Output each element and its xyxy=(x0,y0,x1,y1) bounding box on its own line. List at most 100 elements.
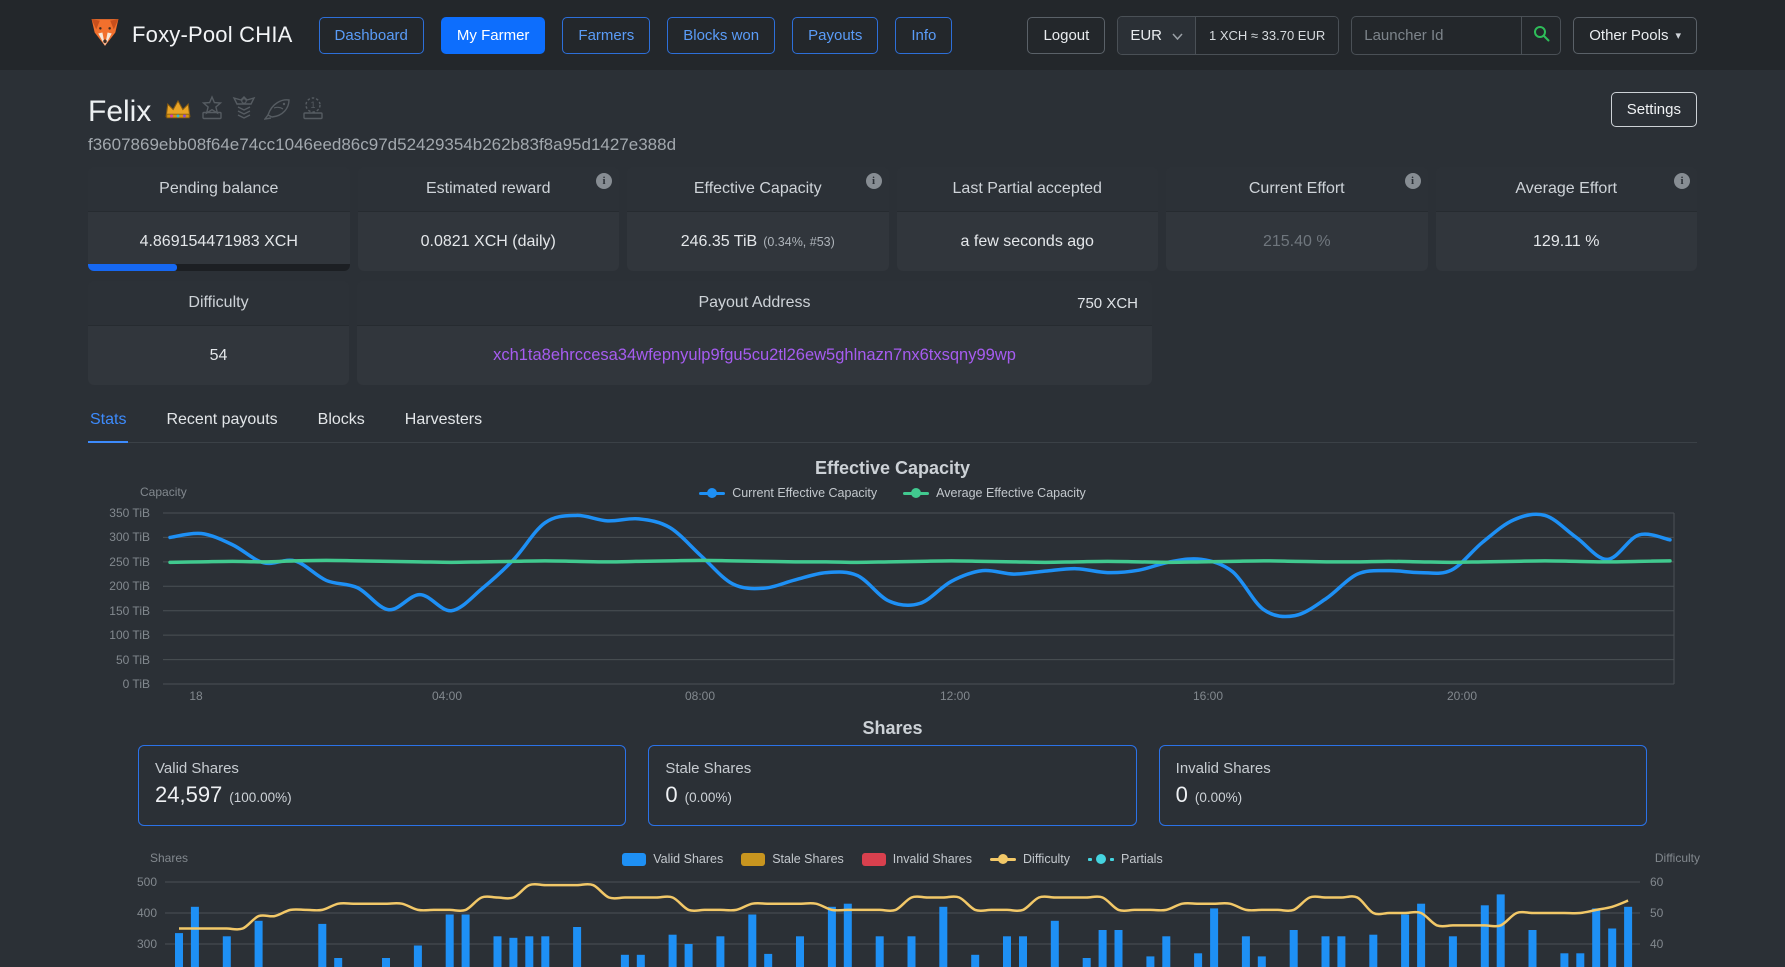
shares-chart-plot: 500 400 300 60 50 40 30 xyxy=(0,870,1785,967)
payout-address-link[interactable]: xch1ta8ehrccesa34wfepnyulp9fgu5cu2tl26ew… xyxy=(493,346,1016,365)
nav-blocks-won-button[interactable]: Blocks won xyxy=(667,17,775,54)
search-button[interactable] xyxy=(1521,16,1561,55)
legend-invalid-shares[interactable]: Invalid Shares xyxy=(862,852,972,866)
shares-section-title: Shares xyxy=(0,715,1785,741)
valid-shares-value: 24,597 xyxy=(155,780,222,810)
y-tick: 350 TiB xyxy=(0,505,150,521)
capacity-chart-plot: 350 TiB 300 TiB 250 TiB 200 TiB 150 TiB … xyxy=(0,505,1785,715)
settings-button[interactable]: Settings xyxy=(1611,92,1697,127)
capacity-chart-title: Effective Capacity xyxy=(0,455,1785,481)
legend-partials[interactable]: Partials xyxy=(1088,852,1163,866)
y-tick: 100 TiB xyxy=(0,627,150,643)
gold-line-icon xyxy=(990,858,1016,861)
current-effort-value: 215.40 % xyxy=(1263,233,1331,251)
fish-badge-icon xyxy=(264,92,292,132)
nav-payouts-button[interactable]: Payouts xyxy=(792,17,878,54)
difficulty-value: 54 xyxy=(210,347,228,365)
nav-farmers-button[interactable]: Farmers xyxy=(562,17,650,54)
average-effort-title: Average Effort xyxy=(1515,180,1617,198)
main-content: Felix xyxy=(0,70,1785,443)
green-line-icon xyxy=(903,492,929,495)
last-partial-value: a few seconds ago xyxy=(961,233,1094,251)
current-effort-title: Current Effort xyxy=(1249,180,1345,198)
y-tick: 60 xyxy=(1650,874,1663,890)
y-tick: 40 xyxy=(1650,936,1663,952)
x-tick: 12:00 xyxy=(940,689,970,703)
difficulty-card: Difficulty 54 xyxy=(88,281,349,385)
difficulty-axis-label: Difficulty xyxy=(1655,851,1700,865)
stat-cards-row-1: Pending balance 4.869154471983 XCH Estim… xyxy=(88,167,1697,271)
currency-select[interactable]: EUR xyxy=(1118,17,1196,54)
search-icon xyxy=(1533,25,1550,45)
other-pools-label: Other Pools xyxy=(1589,27,1668,44)
pending-balance-value: 4.869154471983 XCH xyxy=(140,233,298,251)
exchange-rate: 1 XCH ≈ 33.70 EUR xyxy=(1196,17,1338,54)
svg-text:1: 1 xyxy=(311,100,316,110)
legend-average-effective-capacity[interactable]: Average Effective Capacity xyxy=(903,486,1086,500)
nav-info-button[interactable]: Info xyxy=(895,17,952,54)
red-box-icon xyxy=(862,853,886,866)
shares-section: Shares Valid Shares 24,597 (100.00%) Sta… xyxy=(0,715,1785,967)
stale-shares-value: 0 xyxy=(665,780,677,810)
blue-line-icon xyxy=(699,492,725,495)
rank-badge-icon xyxy=(232,92,256,132)
y-tick: 0 TiB xyxy=(0,676,150,692)
effective-capacity-card: Effective Capacity i 246.35 TiB (0.34%, … xyxy=(627,167,889,271)
legend-stale-shares[interactable]: Stale Shares xyxy=(741,852,844,866)
valid-shares-label: Valid Shares xyxy=(155,758,609,780)
invalid-shares-card: Invalid Shares 0 (0.00%) xyxy=(1159,745,1647,826)
other-pools-dropdown[interactable]: Other Pools ▾ xyxy=(1573,17,1697,54)
x-tick: 04:00 xyxy=(432,689,462,703)
legend-valid-shares[interactable]: Valid Shares xyxy=(622,852,723,866)
last-partial-card: Last Partial accepted a few seconds ago xyxy=(897,167,1159,271)
launcher-id-input[interactable] xyxy=(1351,16,1521,55)
effective-capacity-chart-section: Effective Capacity Capacity Current Effe… xyxy=(0,455,1785,715)
info-icon[interactable]: i xyxy=(866,173,882,189)
estimated-reward-value: 0.0821 XCH (daily) xyxy=(421,233,556,251)
info-icon[interactable]: i xyxy=(1674,173,1690,189)
blue-box-icon xyxy=(622,853,646,866)
valid-shares-percent: (100.00%) xyxy=(229,783,291,813)
stale-shares-card: Stale Shares 0 (0.00%) xyxy=(648,745,1136,826)
pending-balance-progress xyxy=(88,264,350,271)
navbar-right: Logout EUR 1 XCH ≈ 33.70 EUR Other Pools… xyxy=(1027,16,1697,55)
invalid-shares-percent: (0.00%) xyxy=(1195,783,1242,813)
stale-shares-percent: (0.00%) xyxy=(685,783,732,813)
payout-address-title: Payout Address xyxy=(698,294,810,312)
last-partial-title: Last Partial accepted xyxy=(953,180,1102,198)
valid-shares-card: Valid Shares 24,597 (100.00%) xyxy=(138,745,626,826)
brand-title: Foxy-Pool CHIA xyxy=(132,22,293,48)
y-tick: 300 xyxy=(0,936,157,952)
fox-logo-icon xyxy=(88,17,122,53)
brand-link[interactable]: Foxy-Pool CHIA xyxy=(88,17,293,53)
tab-harvesters[interactable]: Harvesters xyxy=(403,403,484,442)
nav-dashboard-button[interactable]: Dashboard xyxy=(319,17,424,54)
logout-button[interactable]: Logout xyxy=(1027,17,1105,54)
capacity-chart-legend: Capacity Current Effective Capacity Aver… xyxy=(0,481,1785,505)
average-effort-value: 129.11 % xyxy=(1533,233,1599,251)
cyan-dotted-line-icon xyxy=(1088,858,1114,861)
tab-recent-payouts[interactable]: Recent payouts xyxy=(164,403,279,442)
caret-down-icon: ▾ xyxy=(1675,29,1681,42)
legend-difficulty[interactable]: Difficulty xyxy=(990,852,1070,866)
shares-chart-svg xyxy=(0,870,1785,967)
pending-balance-title: Pending balance xyxy=(159,180,278,198)
current-effort-card: Current Effort i 215.40 % xyxy=(1166,167,1428,271)
currency-group: EUR 1 XCH ≈ 33.70 EUR xyxy=(1117,16,1339,55)
effective-capacity-title: Effective Capacity xyxy=(694,180,822,198)
tab-stats[interactable]: Stats xyxy=(88,403,128,443)
stale-shares-label: Stale Shares xyxy=(665,758,1119,780)
x-tick: 18 xyxy=(189,689,202,703)
nav-my-farmer-button[interactable]: My Farmer xyxy=(441,17,546,54)
legend-current-effective-capacity[interactable]: Current Effective Capacity xyxy=(699,486,877,500)
info-icon[interactable]: i xyxy=(1405,173,1421,189)
tab-blocks[interactable]: Blocks xyxy=(316,403,367,442)
x-tick: 20:00 xyxy=(1447,689,1477,703)
shares-chart-legend: Shares Valid Shares Stale Shares Invalid… xyxy=(0,848,1785,870)
launcher-id-hash: f3607869ebb08f64e74cc1046eed86c97d524293… xyxy=(88,135,1697,155)
farmer-header: Felix xyxy=(88,92,1697,132)
launcher-search xyxy=(1351,16,1561,55)
info-icon[interactable]: i xyxy=(596,173,612,189)
currency-value: EUR xyxy=(1130,27,1162,44)
pending-balance-card: Pending balance 4.869154471983 XCH xyxy=(88,167,350,271)
